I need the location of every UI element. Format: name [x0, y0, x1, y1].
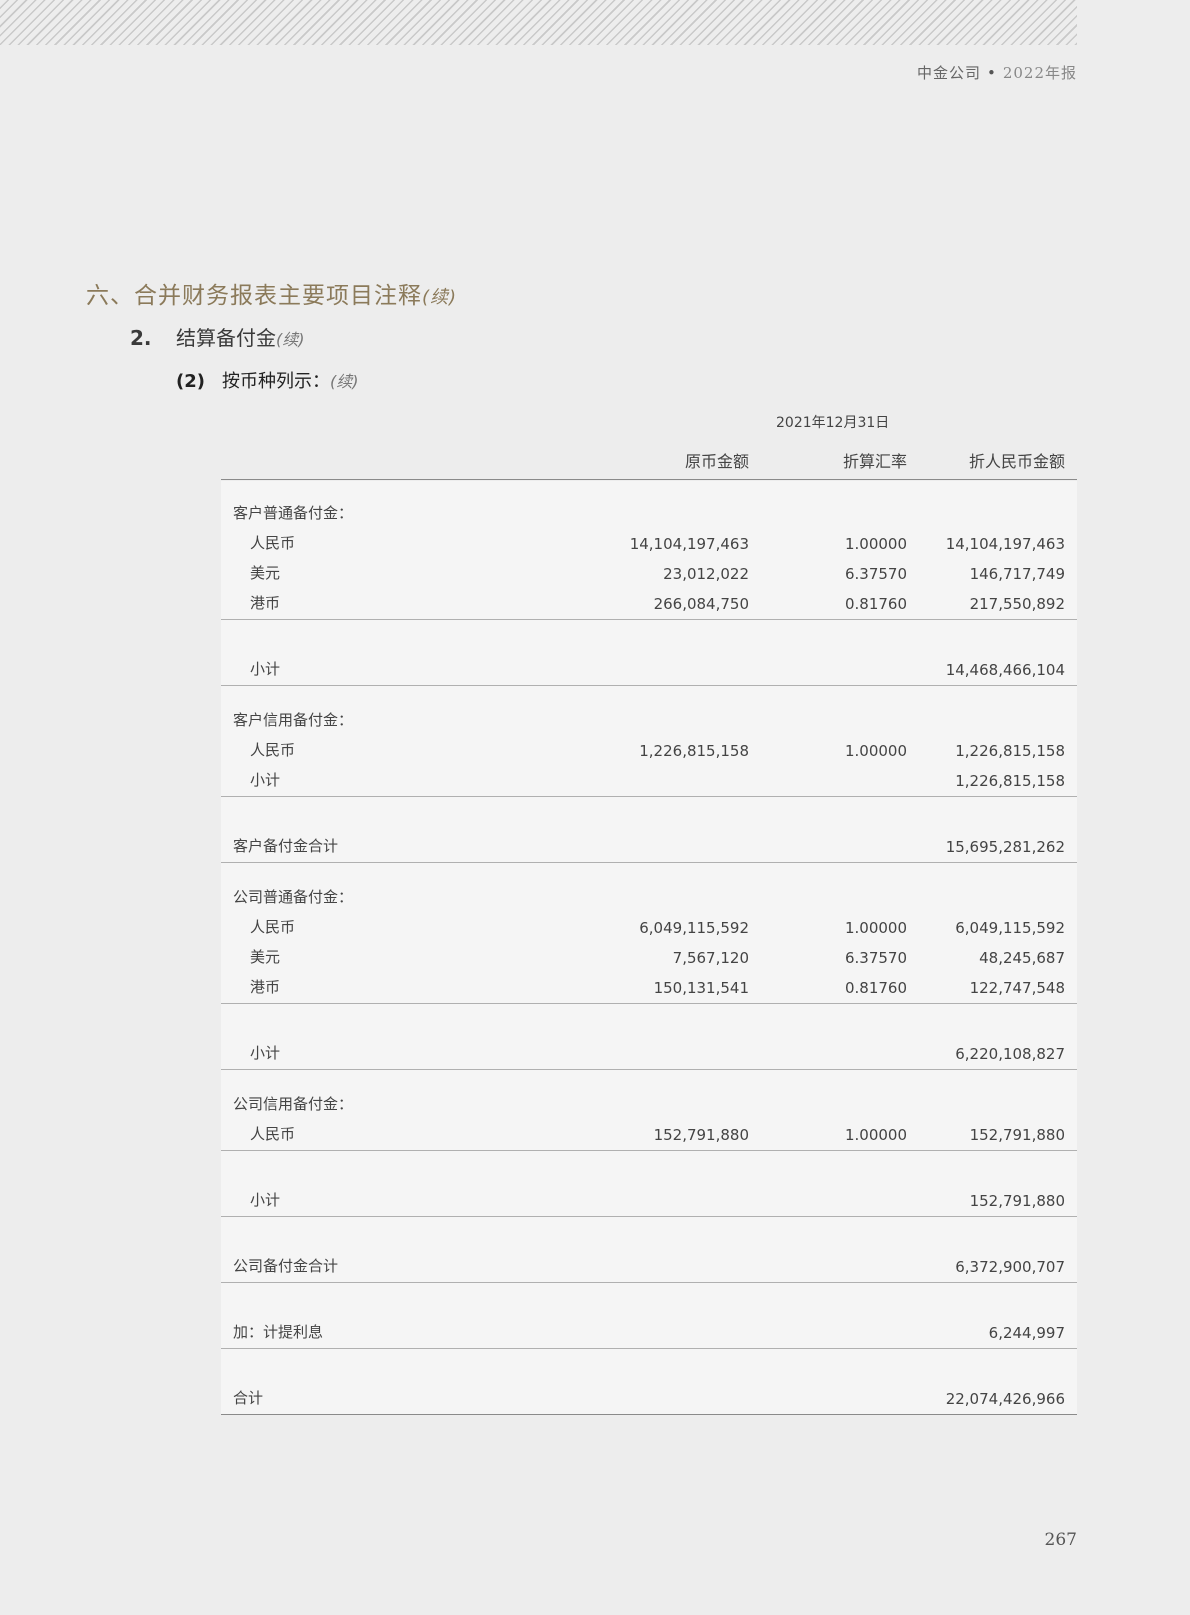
- exchange-rate: 0.81760: [844, 595, 907, 613]
- subtotal-row: 小计 1,226,815,158: [221, 766, 1077, 797]
- row-label: 公司信用备付金：: [233, 1095, 354, 1113]
- original-amount: 152,791,880: [653, 1126, 749, 1144]
- row-label: 美元: [250, 948, 281, 966]
- row-label: 港币: [250, 594, 281, 612]
- rmb-amount: 122,747,548: [969, 979, 1065, 997]
- row-label: 小计: [250, 1191, 281, 1209]
- row-label: 美元: [250, 564, 281, 582]
- original-amount: 150,131,541: [653, 979, 749, 997]
- row-label: 小计: [250, 660, 281, 678]
- rmb-amount: 6,372,900,707: [955, 1258, 1065, 1276]
- column-original-amount: 原币金额: [684, 452, 749, 471]
- row-label: 公司备付金合计: [233, 1257, 339, 1275]
- running-header: 中金公司 • 2022年报: [917, 62, 1077, 83]
- row-label: 小计: [250, 1044, 281, 1062]
- table-row: 人民币 152,791,880 1.00000 152,791,880: [221, 1120, 1077, 1151]
- exchange-rate: 1.00000: [844, 535, 907, 553]
- rmb-amount: 152,791,880: [969, 1126, 1065, 1144]
- total-row: 公司备付金合计 6,372,900,707: [221, 1217, 1077, 1283]
- table-row: 人民币 1,226,815,158 1.00000 1,226,815,158: [221, 736, 1077, 766]
- section-title-text: 六、合并财务报表主要项目注释: [86, 283, 422, 309]
- table-row: 美元 23,012,022 6.37570 146,717,749: [221, 559, 1077, 589]
- rmb-amount: 6,220,108,827: [955, 1045, 1065, 1063]
- original-amount: 14,104,197,463: [629, 535, 749, 553]
- rmb-amount: 14,468,466,104: [945, 661, 1065, 679]
- row-label: 小计: [250, 771, 281, 789]
- section-cont: (续): [422, 287, 458, 308]
- header-divider: [221, 479, 1077, 480]
- row-label: 人民币: [250, 1125, 296, 1143]
- exchange-rate: 6.37570: [844, 949, 907, 967]
- original-amount: 266,084,750: [653, 595, 749, 613]
- subsubsection-cont: (续): [330, 372, 359, 391]
- table-row: 客户普通备付金：: [221, 499, 1077, 529]
- header-hatch-decoration: [0, 0, 1077, 45]
- exchange-rate: 1.00000: [844, 1126, 907, 1144]
- exchange-rate: 1.00000: [844, 742, 907, 760]
- subsubsection-number: (2): [176, 371, 205, 392]
- subtotal-row: 小计 152,791,880: [221, 1151, 1077, 1217]
- row-label: 人民币: [250, 918, 296, 936]
- rmb-amount: 14,104,197,463: [945, 535, 1065, 553]
- subtotal-row: 小计 14,468,466,104: [221, 620, 1077, 686]
- column-rmb-amount: 折人民币金额: [968, 452, 1065, 471]
- rmb-amount: 1,226,815,158: [955, 742, 1065, 760]
- table-row: 港币 150,131,541 0.81760 122,747,548: [221, 973, 1077, 1004]
- table-row: 美元 7,567,120 6.37570 48,245,687: [221, 943, 1077, 973]
- table-body: 客户普通备付金： 人民币 14,104,197,463 1.00000 14,1…: [221, 481, 1077, 1415]
- row-label: 公司普通备付金：: [233, 888, 354, 906]
- subsection-title: 2. 结算备付金(续): [130, 322, 305, 351]
- period-header: 2021年12月31日: [776, 415, 890, 431]
- rmb-amount: 146,717,749: [969, 565, 1065, 583]
- rmb-amount: 15,695,281,262: [945, 838, 1065, 856]
- interest-row: 加：计提利息 6,244,997: [221, 1283, 1077, 1349]
- row-label: 合计: [233, 1389, 264, 1407]
- table-row: 公司普通备付金：: [221, 863, 1077, 913]
- row-label: 客户普通备付金：: [233, 504, 354, 522]
- original-amount: 7,567,120: [672, 949, 749, 967]
- report-year: 2022年报: [1002, 64, 1077, 82]
- row-label: 港币: [250, 978, 281, 996]
- table-row: 人民币 6,049,115,592 1.00000 6,049,115,592: [221, 913, 1077, 943]
- page-number: 267: [1044, 1530, 1077, 1550]
- section-title: 六、合并财务报表主要项目注释(续): [86, 276, 457, 310]
- original-amount: 6,049,115,592: [639, 919, 749, 937]
- subsection-number: 2.: [130, 326, 152, 350]
- grand-total-row: 合计 22,074,426,966: [221, 1349, 1077, 1415]
- table-row: 公司信用备付金：: [221, 1070, 1077, 1120]
- rmb-amount: 1,226,815,158: [955, 772, 1065, 790]
- table-row: 客户信用备付金：: [221, 686, 1077, 736]
- table-row: 人民币 14,104,197,463 1.00000 14,104,197,46…: [221, 529, 1077, 559]
- exchange-rate: 6.37570: [844, 565, 907, 583]
- rmb-amount: 152,791,880: [969, 1192, 1065, 1210]
- row-label: 客户备付金合计: [233, 837, 339, 855]
- original-amount: 23,012,022: [663, 565, 749, 583]
- row-label: 人民币: [250, 741, 296, 759]
- exchange-rate: 0.81760: [844, 979, 907, 997]
- row-label: 加：计提利息: [233, 1323, 324, 1341]
- rmb-amount: 6,244,997: [988, 1324, 1065, 1342]
- total-row: 客户备付金合计 15,695,281,262: [221, 797, 1077, 863]
- company-name: 中金公司: [916, 64, 981, 82]
- subsection-title-text: 结算备付金: [176, 326, 276, 350]
- subsection-cont: (续): [276, 330, 305, 349]
- rmb-amount: 22,074,426,966: [945, 1390, 1065, 1408]
- rmb-amount: 217,550,892: [969, 595, 1065, 613]
- subsubsection-title: (2) 按币种列示：(续): [176, 367, 359, 393]
- column-exchange-rate: 折算汇率: [842, 452, 907, 471]
- rmb-amount: 48,245,687: [979, 949, 1065, 967]
- table-row: 港币 266,084,750 0.81760 217,550,892: [221, 589, 1077, 620]
- original-amount: 1,226,815,158: [639, 742, 749, 760]
- row-label: 客户信用备付金：: [233, 711, 354, 729]
- subtotal-row: 小计 6,220,108,827: [221, 1004, 1077, 1070]
- row-label: 人民币: [250, 534, 296, 552]
- rmb-amount: 6,049,115,592: [955, 919, 1065, 937]
- header-separator: •: [986, 64, 997, 82]
- exchange-rate: 1.00000: [844, 919, 907, 937]
- subsubsection-title-text: 按币种列示：: [222, 371, 330, 392]
